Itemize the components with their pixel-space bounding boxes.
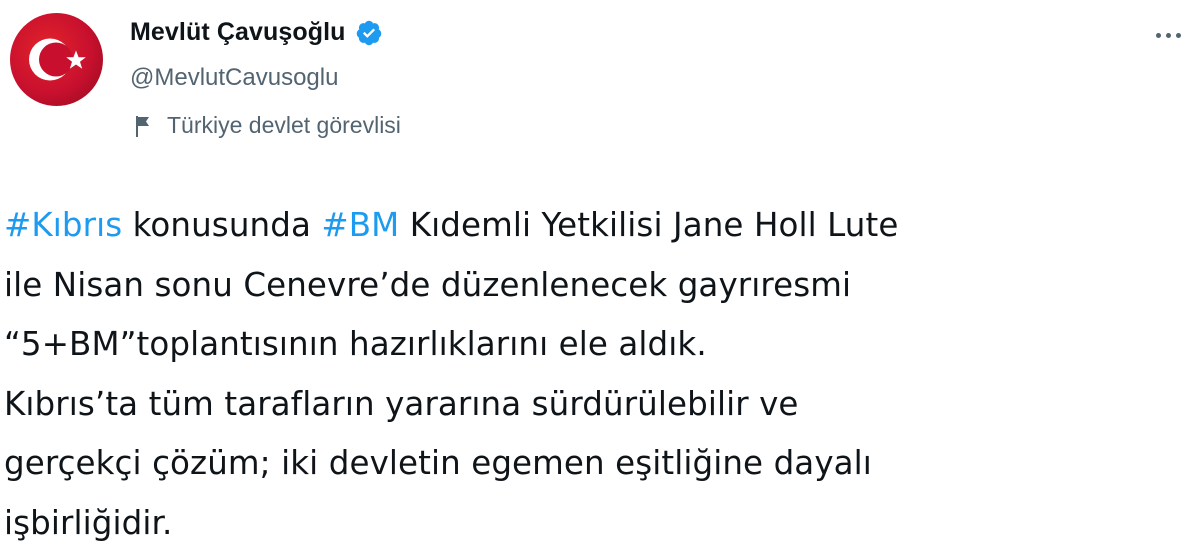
tweet-text: #Kıbrıs konusunda #BM Kıdemli Yetkilisi … xyxy=(4,196,1194,553)
hashtag-link-kibris[interactable]: #Kıbrıs xyxy=(4,206,122,244)
tweet-line: ile Nisan sonu Cenevre’de düzenlenecek g… xyxy=(4,265,852,304)
avatar[interactable] xyxy=(10,13,103,106)
tweet-line: gerçekçi çözüm; iki devletin egemen eşit… xyxy=(4,444,872,482)
tweet-text-segment: konusunda xyxy=(122,206,322,244)
author-display-name[interactable]: Mevlüt Çavuşoğlu xyxy=(130,18,346,47)
tweet-line: “5+BM”toplantısının hazırlıklarını ele a… xyxy=(4,325,707,363)
flag-icon xyxy=(133,114,155,138)
affiliation-label: Türkiye devlet görevlisi xyxy=(133,112,401,139)
tweet-line: Kıbrıs’ta tüm tarafların yararına sürdür… xyxy=(4,384,799,423)
tweet-card: Mevlüt Çavuşoğlu @MevlutCavusoglu Türkiy… xyxy=(0,0,1200,555)
tweet-line: işbirliğidir. xyxy=(4,503,173,542)
more-options-button[interactable] xyxy=(1148,20,1188,50)
more-options-icon xyxy=(1155,32,1181,38)
author-name-row: Mevlüt Çavuşoğlu xyxy=(130,18,383,47)
tweet-text-segment: Kıdemli Yetkilisi Jane Holl Lute xyxy=(399,206,899,244)
verified-badge-icon xyxy=(355,19,383,47)
tweet-line: #Kıbrıs konusunda #BM Kıdemli Yetkilisi … xyxy=(4,196,1194,256)
author-handle[interactable]: @MevlutCavusoglu xyxy=(130,64,338,92)
hashtag-link-bm[interactable]: #BM xyxy=(321,206,399,244)
affiliation-label-text: Türkiye devlet görevlisi xyxy=(167,112,401,138)
turkish-flag-crescent-star-icon xyxy=(29,38,86,81)
